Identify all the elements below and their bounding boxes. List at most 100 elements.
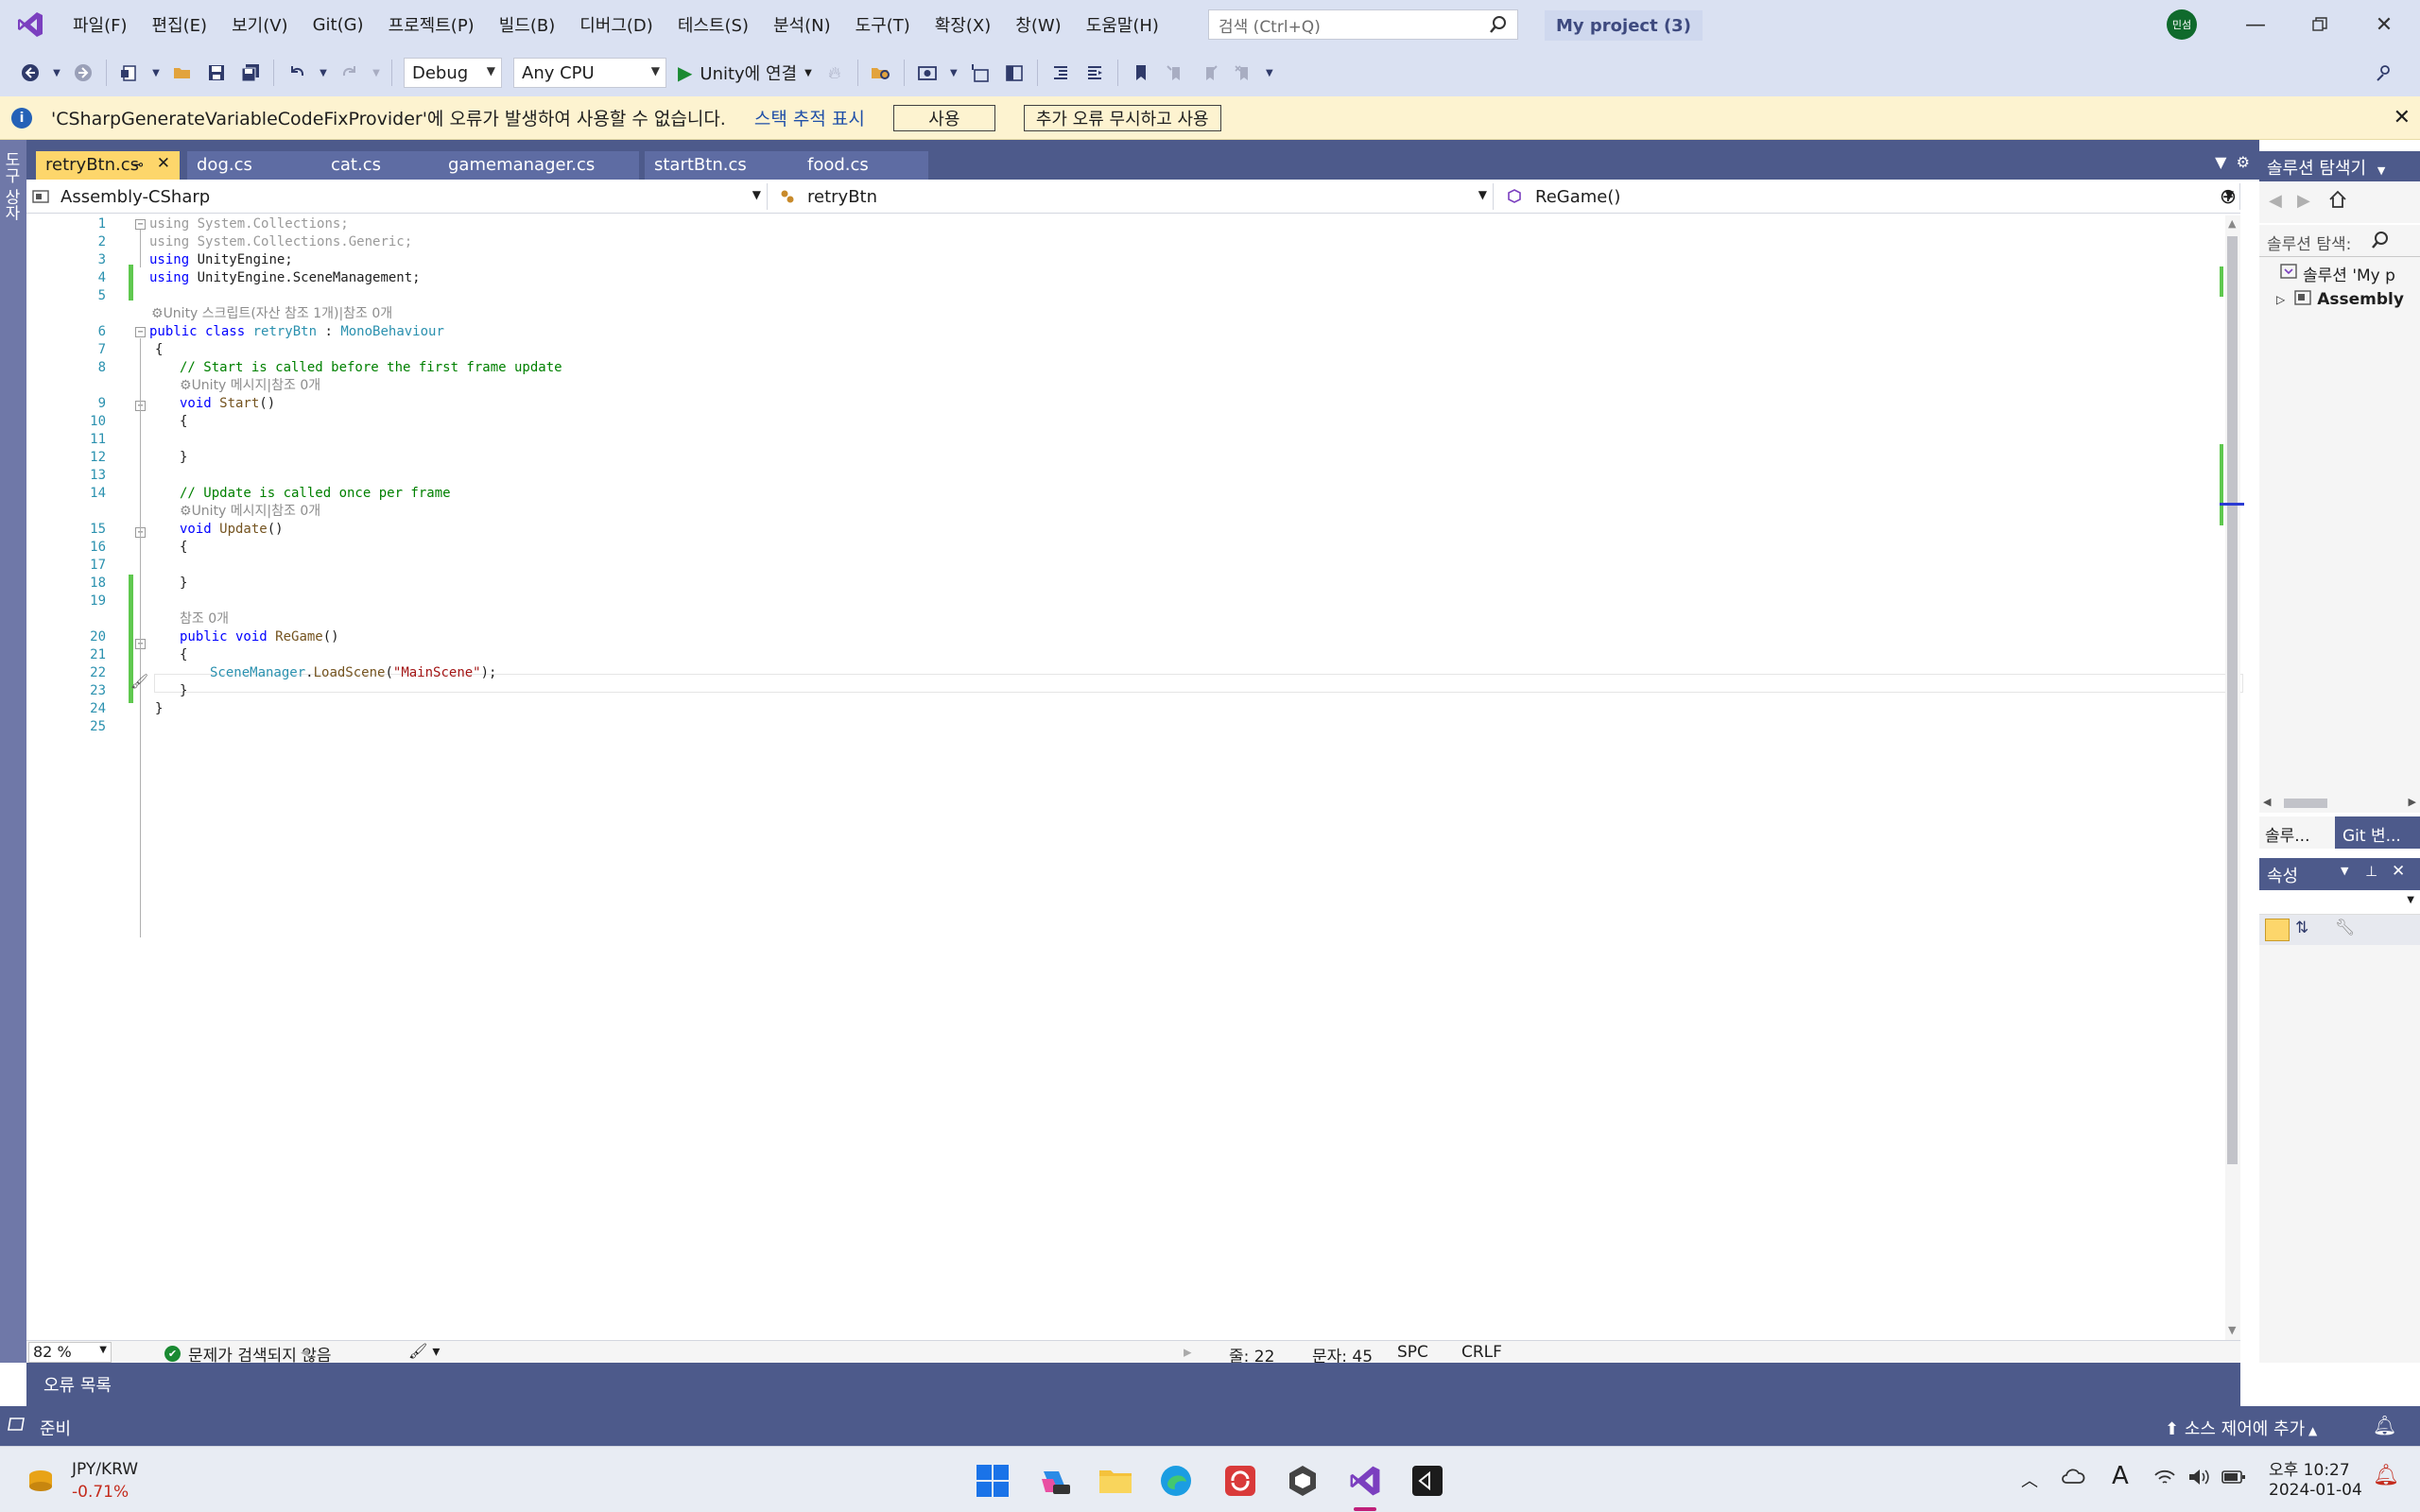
search-input[interactable]: 검색 (Ctrl+Q) [1208,9,1518,40]
ignore-and-enable-button[interactable]: 추가 오류 무시하고 사용 [1023,104,1221,131]
close-icon[interactable]: ✕ [2392,862,2405,881]
sort-alpha-icon[interactable]: ⇅ [2295,919,2308,937]
notification-bell-icon[interactable]: 🔔︎ [2373,1464,2399,1487]
scroll-left-icon[interactable]: ◂ [301,1343,309,1362]
redo-dropdown-icon[interactable]: ▼ [370,59,383,87]
forward-icon[interactable]: ▶ [2297,191,2310,211]
clock-date[interactable]: 2024-01-04 [2269,1481,2362,1500]
scroll-up-icon[interactable]: ▲ [2228,217,2236,230]
start-icon[interactable] [972,1460,1013,1502]
tab-startbtn[interactable]: startBtn.cs [645,151,798,180]
edge-icon[interactable] [1155,1460,1197,1502]
layout-icon[interactable] [1000,59,1028,87]
notification-bell-icon[interactable]: 🔔︎ [2373,1414,2396,1436]
new-project-icon[interactable] [115,59,144,87]
ime-indicator-icon[interactable]: A [2112,1462,2129,1490]
copilot-icon[interactable] [1034,1460,1076,1502]
type-dropdown[interactable]: retryBtn ▼ [773,183,1494,210]
menu-item-1[interactable]: 편집(E) [140,0,220,49]
tab-food[interactable]: food.cs [798,151,928,180]
codelens-class[interactable]: ⚙︎Unity 스크립트(자산 참조 1개)|참조 0개 [151,305,392,323]
code-cleanup-icon[interactable]: 🖌︎ ▾ [408,1342,440,1360]
menu-item-2[interactable]: 보기(V) [219,0,300,49]
visual-studio-taskbar-icon[interactable] [1344,1460,1386,1502]
source-control-button[interactable]: ⬆︎ 소스 제어에 추가 ▲ [2165,1416,2317,1440]
codelens-start[interactable]: ⚙︎Unity 메시지|참조 0개 [180,377,320,395]
project-dropdown[interactable]: Assembly-CSharp ▼ [26,183,768,210]
stack-trace-link[interactable]: 스택 추적 표시 [754,105,865,130]
categorized-icon[interactable] [2265,919,2290,941]
sync-app-icon[interactable] [1219,1460,1261,1502]
toolbox-tab[interactable]: 도구 상자 [1,151,23,220]
configuration-dropdown[interactable]: Debug ▼ [404,58,502,88]
tab-error-list[interactable]: 오류 목록 [43,1372,112,1397]
wrench-icon[interactable]: 🔧︎ [2335,919,2356,937]
tab-overflow-icon[interactable]: ▼ ⚙︎ [2215,153,2250,171]
save-icon[interactable] [202,59,231,87]
back-icon[interactable]: ◀ [2269,191,2282,211]
cloud-sync-icon[interactable] [2061,1466,2085,1493]
codelens-regame[interactable]: 참조 0개 [180,610,229,628]
tab-solution[interactable]: 솔루... [2259,816,2335,849]
pin-icon[interactable]: ⊥ [2365,863,2377,880]
scroll-down-icon[interactable]: ▼ [2228,1324,2236,1336]
forward-icon[interactable] [69,59,97,87]
restore-button[interactable] [2288,0,2352,49]
zoom-dropdown[interactable]: 82 % ▼ [28,1342,112,1363]
home-icon[interactable] [2327,189,2348,215]
tab-dog[interactable]: dog.cs [187,151,340,180]
platform-dropdown[interactable]: Any CPU ▼ [513,58,666,88]
vertical-scrollbar[interactable]: ▲ ▼ [2225,215,2240,1340]
step-into-icon[interactable] [966,59,994,87]
close-button[interactable]: ✕ [2352,0,2416,49]
clock-time[interactable]: 오후 10:27 [2269,1456,2350,1480]
volume-icon[interactable] [2187,1468,2210,1491]
outdent-icon[interactable] [1046,59,1075,87]
scroll-left-icon[interactable]: ◀ [2263,796,2271,808]
properties-object-dropdown[interactable]: ▼ [2259,890,2420,915]
chevron-down-icon[interactable]: ▼ [2377,164,2385,177]
toolbar-overflow-icon[interactable]: ▼ [1263,59,1276,87]
minimize-button[interactable]: — [2223,0,2288,49]
close-icon[interactable]: ✕ [2394,106,2411,129]
solution-hscroll[interactable]: ◀ ▶ [2259,794,2420,813]
tab-retrybtn[interactable]: retryBtn.cs ⊸ ✕ [36,151,180,180]
fold-toggle[interactable]: − [135,219,146,230]
chevron-up-icon[interactable]: ︿ [2021,1468,2038,1492]
scroll-right-icon[interactable]: ▶ [2409,796,2416,808]
screenshot-dropdown-icon[interactable]: ▼ [947,59,960,87]
redo-icon[interactable] [336,59,364,87]
indent-icon[interactable] [1080,59,1109,87]
scrollbar-thumb[interactable] [2284,799,2327,808]
back-icon[interactable] [16,59,44,87]
visual-studio-logo-icon[interactable] [0,0,60,49]
live-share-icon[interactable] [2370,59,2398,87]
save-all-icon[interactable] [236,59,265,87]
new-dropdown-icon[interactable]: ▼ [149,59,163,87]
menu-item-6[interactable]: 디버그(D) [567,0,666,49]
menu-item-3[interactable]: Git(G) [301,0,376,49]
menu-item-7[interactable]: 테스트(S) [666,0,761,49]
menu-item-5[interactable]: 빌드(B) [487,0,568,49]
next-bookmark-icon[interactable] [1195,59,1223,87]
whitespace-indicator[interactable]: SPC [1397,1343,1428,1362]
quick-action-brush-icon[interactable]: 🖌︎ [130,673,148,690]
tree-item-assembly[interactable]: ▷ Assembly [2259,287,2420,312]
menu-item-0[interactable]: 파일(F) [60,0,140,49]
back-dropdown-icon[interactable]: ▼ [50,59,63,87]
pin-icon[interactable]: ⊸ [131,156,144,173]
hot-reload-icon[interactable]: 🔥︎ [821,59,849,87]
menu-item-8[interactable]: 분석(N) [761,0,843,49]
code-editor[interactable]: 1 2 3 4 5 6 7 8 9 10 11 12 13 14 15 16 17 18 19 20 21 22 23 24 2… [26,215,2243,1340]
wifi-icon[interactable] [2153,1468,2176,1491]
menu-item-11[interactable]: 창(W) [1003,0,1073,49]
tab-gamemanager[interactable]: gamemanager.cs [439,151,639,180]
fold-toggle[interactable]: − [135,327,146,337]
avatar[interactable]: 민섬 [2167,9,2197,40]
close-icon[interactable]: ✕ [157,154,170,173]
bookmark-icon[interactable] [1127,59,1155,87]
split-editor-icon[interactable]: ⊕ [2216,180,2240,214]
attach-unity-button[interactable]: ▶ Unity에 연결 ▼ [678,60,812,85]
member-dropdown[interactable]: ReGame() ▼ [1501,183,2240,210]
unity-hub-icon[interactable] [1282,1460,1323,1502]
